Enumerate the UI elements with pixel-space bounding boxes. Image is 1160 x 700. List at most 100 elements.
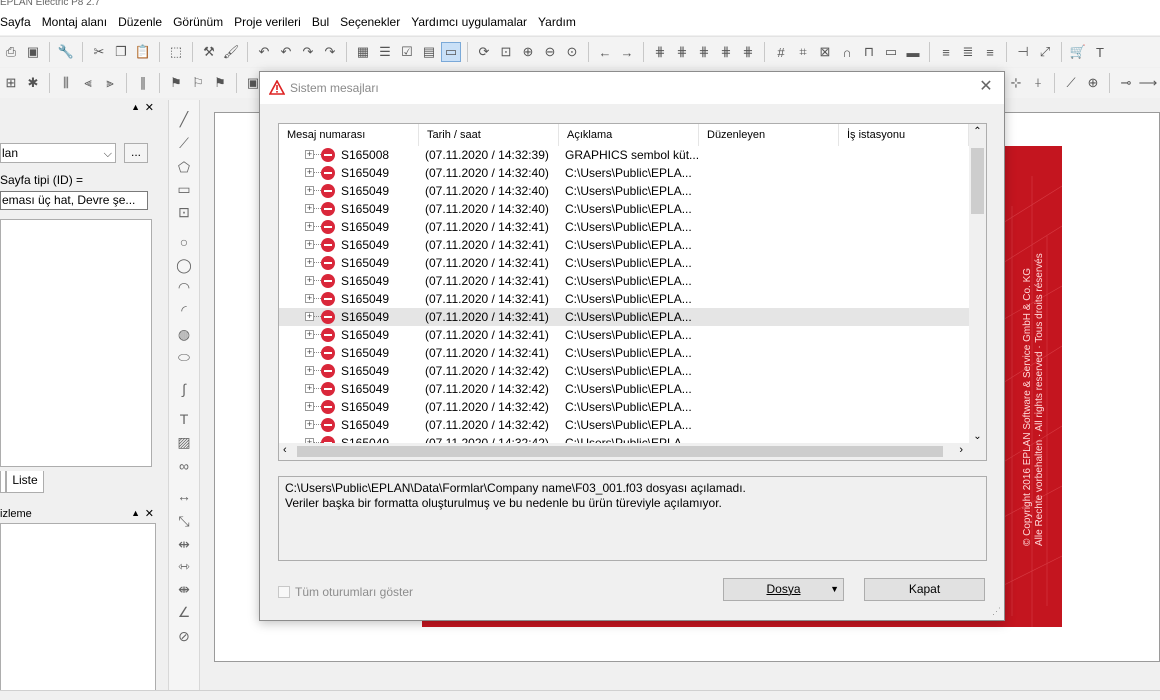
ellipse-icon[interactable]: ⬭ (175, 348, 193, 366)
page-tree[interactable] (0, 219, 152, 467)
table-row[interactable]: + S165049 (07.11.2020 / 14:32:40) C:\Users\… (279, 200, 969, 218)
marker-icon[interactable]: ⚑ (166, 73, 186, 93)
copy-icon[interactable]: ❐ (111, 42, 131, 62)
arc2-icon[interactable]: ◜ (175, 301, 193, 319)
list2-icon[interactable]: ≡ (936, 42, 956, 62)
table-row[interactable]: + S165049 (07.11.2020 / 14:32:40) C:\Users\… (279, 164, 969, 182)
dimension5-icon[interactable]: ⇼ (175, 580, 193, 598)
table-row[interactable]: + S165049 (07.11.2020 / 14:32:41) C:\Users\… (279, 344, 969, 362)
switch2-icon[interactable]: ⊕ (1083, 73, 1103, 93)
scroll-up-icon[interactable]: ⌃ (969, 126, 986, 137)
terminal-icon[interactable]: # (771, 42, 791, 62)
connection5-icon[interactable]: ⋕ (738, 42, 758, 62)
open-icon[interactable]: ⊞ (1, 73, 21, 93)
zoom-out-icon[interactable]: ⊖ (540, 42, 560, 62)
pin-icon[interactable]: ▲ (131, 508, 140, 518)
close-icon[interactable]: ✕ (976, 77, 996, 97)
device-icon[interactable]: ⊠ (815, 42, 835, 62)
connection4-icon[interactable]: ⋕ (716, 42, 736, 62)
text-icon[interactable]: T (175, 410, 193, 428)
connection-icon[interactable]: ⋕ (650, 42, 670, 62)
label-icon[interactable]: ▭ (881, 42, 901, 62)
circle-icon[interactable]: ○ (175, 233, 193, 251)
table-row[interactable]: + S165049 (07.11.2020 / 14:32:42) C:\Users\… (279, 416, 969, 434)
switch-icon[interactable]: ⟋ (1061, 73, 1081, 93)
text-icon[interactable]: ▬ (903, 42, 923, 62)
wrench-icon[interactable]: 🔧 (56, 42, 76, 62)
horizontal-scrollbar[interactable]: ‹ › (279, 443, 969, 460)
spline-icon[interactable]: ∫ (175, 380, 193, 398)
scroll-right-icon[interactable]: › (959, 444, 963, 456)
dimension2-icon[interactable]: ⤡ (175, 512, 193, 530)
pins2-icon[interactable]: ⫷ (78, 73, 98, 93)
table-row[interactable]: + S165049 (07.11.2020 / 14:32:41) C:\Users\… (279, 272, 969, 290)
expand-icon[interactable]: + (305, 312, 314, 321)
expand-icon[interactable]: + (305, 348, 314, 357)
undo-icon[interactable]: ↶ (254, 42, 274, 62)
table-icon[interactable]: ▦ (353, 42, 373, 62)
column-header[interactable]: Açıklama (559, 124, 699, 146)
paste-icon[interactable]: 📋 (133, 42, 153, 62)
zoom-window-icon[interactable]: ⊡ (496, 42, 516, 62)
table-row[interactable]: + S165049 (07.11.2020 / 14:32:41) C:\Users\… (279, 290, 969, 308)
pin-icon[interactable]: ⊣ (1013, 42, 1033, 62)
diode-icon[interactable]: ⍭ (1028, 73, 1048, 93)
menu-item[interactable]: Sayfa (0, 10, 36, 35)
node-icon[interactable]: ⊹ (1006, 73, 1026, 93)
filter-more-button[interactable]: ... (124, 143, 148, 163)
dropdown-arrow-icon[interactable]: ▼ (830, 579, 839, 600)
expand-icon[interactable]: + (305, 402, 314, 411)
expand-icon[interactable]: + (305, 168, 314, 177)
expand-icon[interactable]: + (305, 420, 314, 429)
pin-icon[interactable]: ▲ (131, 102, 140, 112)
window-icon[interactable]: ▭ (441, 42, 461, 62)
expand-icon[interactable]: + (305, 276, 314, 285)
table-row[interactable]: + S165049 (07.11.2020 / 14:32:42) C:\Users\… (279, 362, 969, 380)
table-row[interactable]: + S165049 (07.11.2020 / 14:32:42) C:\Users\… (279, 398, 969, 416)
polyline-icon[interactable]: ⟋ (175, 134, 193, 152)
chevron-down-icon[interactable]: ⌵ (104, 145, 112, 163)
polygon-icon[interactable]: ⬠ (175, 158, 193, 176)
table-row[interactable]: + S165049 (07.11.2020 / 14:32:41) C:\Users\… (279, 218, 969, 236)
expand-icon[interactable]: + (305, 258, 314, 267)
expand-icon[interactable]: + (305, 384, 314, 393)
list4-icon[interactable]: ≡ (980, 42, 1000, 62)
cart-icon[interactable]: 🛒 (1068, 42, 1088, 62)
image-icon[interactable]: ▨ (175, 433, 193, 451)
table-row[interactable]: + S165008 (07.11.2020 / 14:32:39) GRAPHICS … (279, 146, 969, 164)
dimension-icon[interactable]: ↔ (175, 487, 193, 505)
menu-item[interactable]: Montaj alanı (36, 10, 112, 35)
scroll-down-icon[interactable]: ⌄ (969, 431, 986, 442)
resize-grip-icon[interactable]: ⋰ (992, 606, 1001, 617)
select-icon[interactable]: ⬚ (166, 42, 186, 62)
circle2-icon[interactable]: ◯ (175, 256, 193, 274)
sphere-icon[interactable]: ◍ (175, 325, 193, 343)
line-icon[interactable]: ╱ (175, 110, 193, 128)
image-frame-icon[interactable]: ⊡ (175, 203, 193, 221)
expand-icon[interactable]: + (305, 204, 314, 213)
expand-icon[interactable]: + (305, 366, 314, 375)
message-list[interactable]: Mesaj numarası Tarih / saat Açıklama Düzenl… (278, 123, 987, 461)
rectangle-icon[interactable]: ▭ (175, 180, 193, 198)
puzzle-icon[interactable]: ✱ (23, 73, 43, 93)
list-icon[interactable]: ☰ (375, 42, 395, 62)
save-icon[interactable]: ▣ (23, 42, 43, 62)
redo-icon[interactable]: ↷ (298, 42, 318, 62)
filter-combo[interactable]: lan ⌵ (0, 143, 116, 163)
brush-icon[interactable]: 🖌 (221, 42, 241, 62)
arrow-right-icon[interactable]: → (617, 42, 637, 62)
menu-item[interactable]: Görünüm (167, 10, 228, 35)
terminal2-icon[interactable]: ⌗ (793, 42, 813, 62)
expand-icon[interactable]: + (305, 240, 314, 249)
arrow-right2-icon[interactable]: ⟶ (1138, 73, 1158, 93)
zoom-fit-icon[interactable]: ⊙ (562, 42, 582, 62)
node2-icon[interactable]: ⊸ (1116, 73, 1136, 93)
dialog-titlebar[interactable]: Sistem mesajları ✕ (260, 72, 1004, 104)
connection2-icon[interactable]: ⋕ (672, 42, 692, 62)
vertical-scrollbar[interactable]: ⌃ ⌄ (969, 124, 986, 444)
marker3-icon[interactable]: ⚑ (210, 73, 230, 93)
expand-icon[interactable]: + (305, 150, 314, 159)
zoom-in-icon[interactable]: ⊕ (518, 42, 538, 62)
cut-icon[interactable]: ✂ (89, 42, 109, 62)
radius-icon[interactable]: ⊘ (175, 627, 193, 645)
